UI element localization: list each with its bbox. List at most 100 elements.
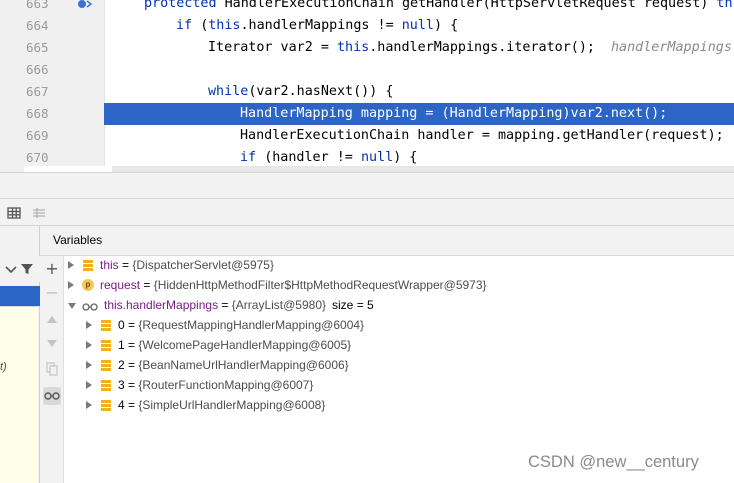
- watches-icon[interactable]: [43, 387, 61, 405]
- variable-row[interactable]: 3 = {RouterFunctionMapping@6007}: [86, 375, 724, 395]
- variable-value: {DispatcherServlet@5975}: [132, 258, 274, 272]
- line-number: 669: [26, 128, 49, 143]
- equals-sign: =: [124, 398, 139, 412]
- variables-pane[interactable]: this = {DispatcherServlet@5975} p request …: [64, 226, 734, 483]
- table-icon[interactable]: [6, 205, 22, 221]
- variables-title: Variables: [53, 233, 103, 247]
- line-number: 664: [26, 18, 49, 33]
- keyword-token: while: [208, 84, 249, 99]
- variables-side-toolbar: + −: [40, 226, 64, 483]
- collapsed-arrow-icon[interactable]: [86, 341, 92, 349]
- variable-value: {RouterFunctionMapping@6007}: [138, 378, 314, 392]
- variable-name: 3: [118, 378, 125, 392]
- restore-layout-icon[interactable]: [31, 205, 47, 221]
- inline-debug-hint: handlerMappings:: [610, 40, 734, 55]
- variable-entry: 3 = {RouterFunctionMapping@6007}: [118, 375, 313, 395]
- variable-name: 0: [118, 318, 125, 332]
- funnel-icon[interactable]: [20, 262, 34, 276]
- gutter-cell[interactable]: 664: [0, 15, 104, 37]
- keyword-token: if: [240, 150, 265, 165]
- line-number: 668: [26, 106, 49, 121]
- code-token: HandlerMapping mapping = (HandlerMapping…: [240, 106, 668, 121]
- move-up-icon[interactable]: [43, 310, 61, 328]
- variable-name: this: [100, 258, 119, 272]
- watermark: CSDN @new__century: [528, 453, 699, 471]
- keyword-token: thr: [716, 0, 734, 11]
- code-line[interactable]: 666: [0, 59, 734, 81]
- equals-sign: =: [118, 258, 133, 272]
- collapsed-arrow-icon[interactable]: [86, 321, 92, 329]
- variable-row[interactable]: 1 = {WelcomePageHandlerMapping@6005}: [86, 335, 724, 355]
- keyword-token: protected: [144, 0, 225, 11]
- variable-row[interactable]: this = {DispatcherServlet@5975}: [68, 255, 724, 275]
- gutter-cell[interactable]: 665: [0, 37, 104, 59]
- keyword-token: null: [401, 18, 434, 33]
- code-editor[interactable]: 663 protected HandlerExecutionChain getHa…: [0, 0, 734, 172]
- frames-pane[interactable]: t): [0, 226, 40, 483]
- collapsed-arrow-icon[interactable]: [86, 401, 92, 409]
- collapsed-arrow-icon[interactable]: [86, 381, 92, 389]
- equals-sign: =: [124, 378, 139, 392]
- breakpoint-method-icon[interactable]: [76, 0, 92, 12]
- parameter-icon: p: [82, 279, 94, 291]
- code-line[interactable]: 667 while(var2.hasNext()) {: [0, 81, 734, 103]
- variable-entry: 0 = {RequestMappingHandlerMapping@6004}: [118, 315, 364, 335]
- collapsed-arrow-icon[interactable]: [68, 281, 74, 289]
- collapsed-arrow-icon[interactable]: [86, 361, 92, 369]
- variable-row[interactable]: 0 = {RequestMappingHandlerMapping@6004}: [86, 315, 724, 335]
- code-line[interactable]: 663 protected HandlerExecutionChain getHa…: [0, 0, 734, 15]
- code-line[interactable]: 664 if (this.handlerMappings != null) {: [0, 15, 734, 37]
- code-token: .handlerMappings.iterator();: [369, 40, 595, 55]
- code-line[interactable]: 669 HandlerExecutionChain handler = mappi…: [0, 125, 734, 147]
- variable-entry: 2 = {BeanNameUrlHandlerMapping@6006}: [118, 355, 349, 375]
- variable-row[interactable]: 4 = {SimpleUrlHandlerMapping@6008}: [86, 395, 724, 415]
- gutter-cell[interactable]: 669: [0, 125, 104, 147]
- line-number: 665: [26, 40, 49, 55]
- variable-value: {HiddenHttpMethodFilter$HttpMethodReques…: [153, 278, 487, 292]
- frames-list[interactable]: t): [0, 306, 38, 483]
- variable-name: this.handlerMappings: [104, 298, 219, 312]
- variable-entry: this = {DispatcherServlet@5975}: [100, 255, 274, 275]
- selected-frame[interactable]: [0, 286, 40, 306]
- line-number: 666: [26, 62, 49, 77]
- remove-icon[interactable]: −: [43, 283, 61, 302]
- keyword-token: this: [337, 40, 370, 55]
- keyword-token: null: [360, 150, 394, 165]
- expanded-arrow-icon[interactable]: [68, 303, 76, 309]
- code-text: HandlerMapping mapping = (HandlerMapping…: [240, 103, 667, 125]
- variable-row[interactable]: this.handlerMappings = {ArrayList@5980} s…: [68, 295, 724, 315]
- watch-icon: [82, 299, 98, 311]
- field-icon: [100, 399, 112, 411]
- code-token: Iterator var2 =: [208, 40, 337, 55]
- copy-icon[interactable]: [43, 360, 61, 378]
- collapsed-arrow-icon[interactable]: [68, 261, 74, 269]
- line-number: 663: [26, 0, 49, 11]
- variable-entry: 1 = {WelcomePageHandlerMapping@6005}: [118, 335, 351, 355]
- code-token: ) {: [393, 150, 418, 165]
- code-token: (handler !=: [264, 150, 361, 165]
- variable-value: {RequestMappingHandlerMapping@6004}: [138, 318, 365, 332]
- gutter-cell[interactable]: 666: [0, 59, 104, 81]
- variable-row[interactable]: 2 = {BeanNameUrlHandlerMapping@6006}: [86, 355, 724, 375]
- variable-name: 4: [118, 398, 125, 412]
- variable-value: {SimpleUrlHandlerMapping@6008}: [138, 398, 326, 412]
- field-icon: [82, 259, 94, 271]
- keyword-token: if: [176, 18, 201, 33]
- equals-sign: =: [218, 298, 232, 312]
- keyword-token: this: [208, 18, 241, 33]
- gutter-cell[interactable]: 668: [0, 103, 104, 125]
- gutter-cell[interactable]: 667: [0, 81, 104, 103]
- variable-entry: this.handlerMappings = {ArrayList@5980} s…: [104, 295, 374, 315]
- code-line[interactable]: 665 Iterator var2 = this.handlerMappings.…: [0, 37, 734, 59]
- variable-value: {WelcomePageHandlerMapping@6005}: [138, 338, 352, 352]
- code-line[interactable]: 668 HandlerMapping mapping = (HandlerMapp…: [0, 103, 734, 125]
- move-down-icon[interactable]: [43, 335, 61, 353]
- variable-entry: 4 = {SimpleUrlHandlerMapping@6008}: [118, 395, 325, 415]
- add-icon[interactable]: +: [43, 259, 61, 278]
- equals-sign: =: [124, 318, 139, 332]
- variable-row[interactable]: p request = {HiddenHttpMethodFilter$HttpM…: [68, 275, 724, 295]
- variable-name: 2: [118, 358, 125, 372]
- variable-entry: request = {HiddenHttpMethodFilter$HttpMe…: [100, 275, 487, 295]
- code-token: HandlerExecutionChain handler = mapping.…: [240, 128, 724, 143]
- frame-filter-icon[interactable]: [4, 262, 18, 276]
